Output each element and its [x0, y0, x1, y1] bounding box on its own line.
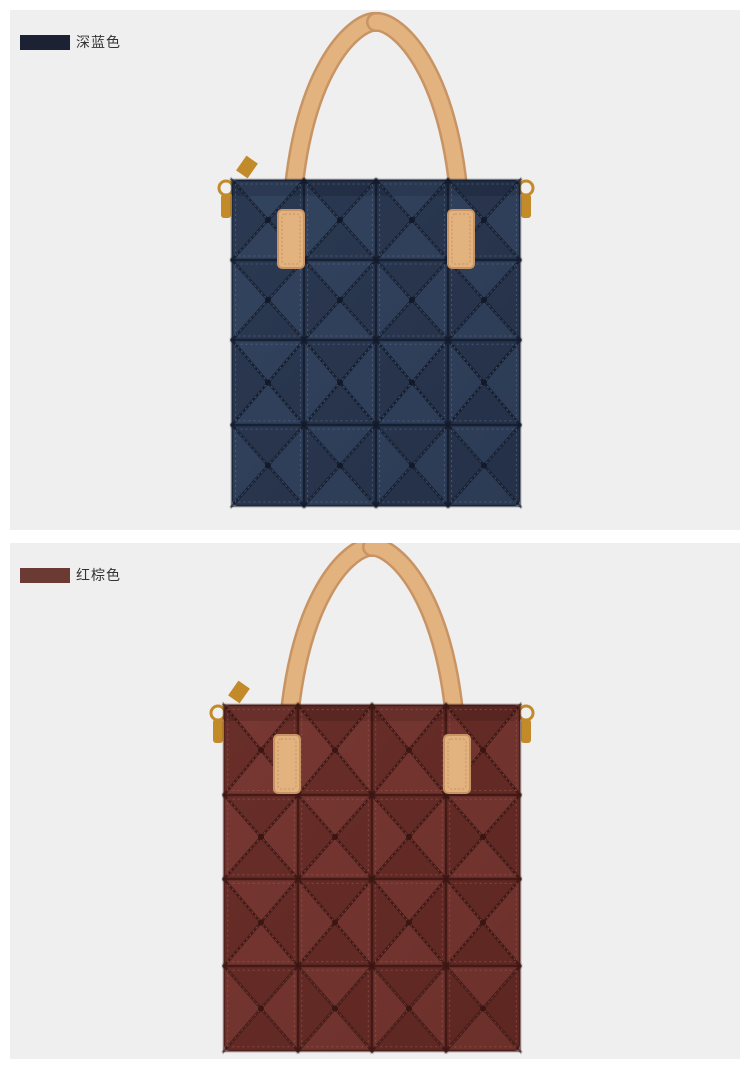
panel-rivet [409, 462, 415, 469]
panel-rivet [332, 834, 338, 840]
hardware-clip [221, 194, 231, 218]
panel-rivet [332, 919, 338, 926]
panel-rivet [406, 919, 412, 926]
panel-rivet [258, 747, 264, 753]
panel-rivet [480, 747, 486, 753]
panel-rivet [481, 217, 487, 223]
panel-rivet [258, 919, 264, 926]
panel-rivet [258, 834, 264, 840]
hardware-buckle [236, 155, 258, 179]
hardware-clip [213, 719, 223, 743]
panel-rivet [265, 379, 271, 386]
panel-rivet [406, 1005, 412, 1012]
panel-rivet [337, 297, 343, 303]
panel-rivet [258, 1005, 264, 1012]
panel-rivet [332, 747, 338, 753]
panel-rivet [409, 217, 415, 223]
panel-rivet [337, 462, 343, 469]
panel-rivet [480, 834, 486, 840]
tote-bag-image [209, 543, 535, 1055]
hardware-buckle [228, 680, 250, 704]
panel-rivet [332, 1005, 338, 1012]
tote-bag-image [217, 12, 535, 510]
product-panel-red-brown: 红棕色 [10, 543, 740, 1059]
panel-rivet [481, 297, 487, 303]
panel-rivet [265, 217, 271, 223]
hardware-clip [521, 194, 531, 218]
panel-rivet [480, 1005, 486, 1012]
panel-rivet [409, 297, 415, 303]
panel-rivet [337, 217, 343, 223]
panel-rivet [337, 379, 343, 386]
panel-rivet [406, 834, 412, 840]
panel-rivet [265, 462, 271, 469]
panel-rivet [265, 297, 271, 303]
panel-rivet [480, 919, 486, 926]
panel-rivet [481, 379, 487, 386]
panel-rivet [481, 462, 487, 469]
panel-rivet [409, 379, 415, 386]
product-panel-dark-blue: 深蓝色 [10, 10, 740, 530]
panel-rivet [406, 747, 412, 753]
hardware-clip [521, 719, 531, 743]
